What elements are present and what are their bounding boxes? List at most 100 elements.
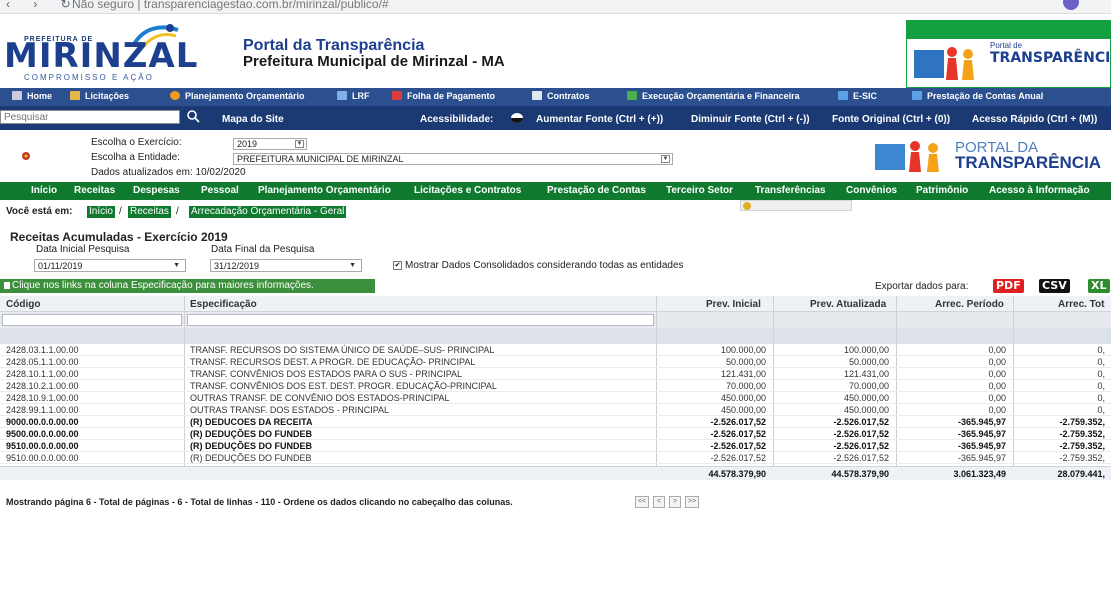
nav-patrimonio[interactable]: Patrimônio: [916, 185, 968, 196]
exercise-select[interactable]: 2019 ▼: [233, 138, 307, 150]
breadcrumb-receitas[interactable]: Receitas: [128, 206, 171, 218]
table-cell: -2.526.017,52: [710, 429, 766, 439]
table-row[interactable]: 2428.99.1.1.00.00 OUTRAS TRANSF. DOS ESTA…: [0, 404, 1111, 416]
breadcrumb-label: Você está em:: [6, 206, 73, 217]
chart-icon: [627, 91, 637, 100]
nav-receitas[interactable]: Receitas: [74, 185, 115, 196]
entity-select[interactable]: PREFEITURA MUNICIPAL DE MIRINZAL ▼: [233, 153, 673, 165]
logo-tagline: COMPROMISSO E AÇÃO: [24, 73, 154, 82]
table-cell: 450.000,00: [720, 393, 766, 403]
font-decrease-link[interactable]: Diminuir Fonte (Ctrl + (-)): [691, 114, 810, 125]
table-cell: 0,00: [988, 357, 1006, 367]
topnav-esic[interactable]: E-SIC: [838, 91, 877, 101]
topnav-lrf[interactable]: LRF: [337, 91, 370, 101]
table-row[interactable]: 2428.10.9.1.00.00 OUTRAS TRANSF. DE CONVÊ…: [0, 392, 1111, 404]
table-cell: -2.526.017,52: [710, 441, 766, 451]
table-cell: 450.000,00: [843, 393, 889, 403]
export-csv-button[interactable]: CSV: [1039, 279, 1070, 293]
consolidated-checkbox[interactable]: ✔: [393, 261, 402, 270]
table-cell[interactable]: TRANSF. CONVÊNIOS DOS ESTADOS PARA O SUS…: [190, 368, 462, 380]
table-row[interactable]: 9000.00.0.0.00.00 (R) DEDUCOES DA RECEITA…: [0, 416, 1111, 428]
table-cell[interactable]: (R) DEDUÇÕES DO FUNDEB: [190, 428, 312, 440]
table-cell: 70.000,00: [725, 381, 766, 391]
col-header-prev-atualizada[interactable]: Prev. Atualizada: [810, 299, 886, 310]
nav-acesso-informacao[interactable]: Acesso à Informação: [989, 185, 1090, 196]
nav-planejamento[interactable]: Planejamento Orçamentário: [258, 185, 391, 196]
col-header-prev-inicial[interactable]: Prev. Inicial: [706, 299, 761, 310]
browser-avatar[interactable]: [1063, 0, 1079, 10]
nav-prestacao-contas[interactable]: Prestação de Contas: [547, 185, 646, 196]
search-icon[interactable]: [186, 109, 200, 123]
browser-nav-icons[interactable]: ‹ › ↻: [6, 0, 81, 11]
export-xls-button[interactable]: XL: [1088, 279, 1110, 293]
table-cell[interactable]: OUTRAS TRANSF. DE CONVÊNIO DOS ESTADOS-P…: [190, 392, 450, 404]
table-cell[interactable]: (R) DEDUCOES DA RECEITA: [190, 416, 313, 428]
quick-access-link[interactable]: Acesso Rápido (Ctrl + (M)): [972, 114, 1097, 125]
people-icon: [337, 91, 347, 100]
col-header-codigo[interactable]: Código: [6, 299, 40, 310]
table-cell: 0,: [1097, 405, 1105, 415]
table-cell[interactable]: TRANSF. RECURSOS DEST. A PROGR. DE EDUCA…: [190, 356, 475, 368]
font-increase-link[interactable]: Aumentar Fonte (Ctrl + (+)): [536, 114, 663, 125]
nav-inicio[interactable]: Início: [31, 185, 57, 196]
person-icon: [170, 91, 180, 100]
topnav-contratos[interactable]: Contratos: [532, 91, 590, 101]
topnav-licitacoes[interactable]: Licitações: [70, 91, 129, 101]
table-cell[interactable]: (R) DEDUÇÕES DO FUNDEB: [190, 440, 312, 452]
logo-name: MIRINZAL: [4, 36, 199, 76]
start-date-select[interactable]: 01/11/2019 ▼: [34, 259, 186, 272]
table-cell: 450.000,00: [720, 405, 766, 415]
nav-licitacoes-contratos[interactable]: Licitações e Contratos: [414, 185, 521, 196]
nav-convenios[interactable]: Convênios: [846, 185, 897, 196]
table-cell[interactable]: TRANSF. CONVÊNIOS DOS EST. DEST. PROGR. …: [190, 380, 497, 392]
topnav-execucao[interactable]: Execução Orçamentária e Financeira: [627, 91, 800, 101]
font-reset-link[interactable]: Fonte Original (Ctrl + (0)): [832, 114, 950, 125]
table-cell[interactable]: OUTRAS TRANSF. DOS ESTADOS - PRINCIPAL: [190, 404, 389, 416]
topnav-folha[interactable]: Folha de Pagamento: [392, 91, 495, 101]
table-row[interactable]: 2428.03.1.1.00.00 TRANSF. RECURSOS DO SIS…: [0, 344, 1111, 356]
next-page-button[interactable]: >: [669, 496, 681, 508]
topnav-planejamento[interactable]: Planejamento Orçamentário: [170, 91, 305, 101]
nav-pessoal[interactable]: Pessoal: [201, 185, 239, 196]
table-header: Código Especificação Prev. Inicial Prev.…: [0, 296, 1111, 312]
last-page-button[interactable]: >>: [685, 496, 699, 508]
table-cell[interactable]: (R) DEDUÇÕES DO FUNDEB: [190, 452, 312, 464]
especificacao-filter-input[interactable]: [187, 314, 654, 326]
table-cell: -2.759.352,: [1059, 453, 1105, 463]
table-cell: 100.000,00: [720, 345, 766, 355]
table-row[interactable]: 2428.10.1.1.00.00 TRANSF. CONVÊNIOS DOS E…: [0, 368, 1111, 380]
codigo-filter-input[interactable]: [2, 314, 182, 326]
topnav-home[interactable]: Home: [12, 91, 52, 101]
end-date-select[interactable]: 31/12/2019 ▼: [210, 259, 362, 272]
total-cell: 28.079.441,: [1057, 469, 1105, 479]
nav-despesas[interactable]: Despesas: [133, 185, 180, 196]
table-row[interactable]: 9510.00.0.0.00.00 (R) DEDUÇÕES DO FUNDEB -…: [0, 452, 1111, 464]
first-page-button[interactable]: <<: [635, 496, 649, 508]
table-cell: -365.945,97: [957, 441, 1006, 451]
portal-logo-line2: TRANSPARÊNCIA: [955, 153, 1102, 172]
table-cell[interactable]: TRANSF. RECURSOS DO SISTEMA ÚNICO DE SAÚ…: [190, 344, 494, 356]
chevron-down-icon: ▼: [295, 140, 304, 148]
browser-url[interactable]: Não seguro | transparenciagestao.com.br/…: [72, 0, 389, 11]
contrast-icon[interactable]: [510, 112, 524, 124]
breadcrumb-inicio[interactable]: Início: [87, 206, 115, 218]
breadcrumb-separator: /: [119, 206, 122, 217]
table-row[interactable]: 2428.10.2.1.00.00 TRANSF. CONVÊNIOS DOS E…: [0, 380, 1111, 392]
table-row[interactable]: 2428.05.1.1.00.00 TRANSF. RECURSOS DEST. …: [0, 356, 1111, 368]
col-header-especificacao[interactable]: Especificação: [190, 299, 257, 310]
table-cell: 0,00: [988, 393, 1006, 403]
prev-page-button[interactable]: <: [653, 496, 665, 508]
sitemap-link[interactable]: Mapa do Site: [222, 114, 284, 125]
chevron-down-icon: ▼: [661, 155, 670, 163]
dropdown-arrow-icon: ▼: [349, 262, 356, 269]
col-header-arrec-total[interactable]: Arrec. Tot: [1058, 299, 1105, 310]
table-row[interactable]: 9500.00.0.0.00.00 (R) DEDUÇÕES DO FUNDEB -…: [0, 428, 1111, 440]
nav-terceiro-setor[interactable]: Terceiro Setor: [666, 185, 733, 196]
export-pdf-button[interactable]: PDF: [993, 279, 1024, 293]
search-input[interactable]: [0, 110, 180, 124]
nav-transferencias[interactable]: Transferências: [755, 185, 826, 196]
topnav-prestacao[interactable]: Prestação de Contas Anual: [912, 91, 1043, 101]
table-row[interactable]: 9510.00.0.0.00.00 (R) DEDUÇÕES DO FUNDEB -…: [0, 440, 1111, 452]
col-header-arrec-periodo[interactable]: Arrec. Período: [935, 299, 1004, 310]
breadcrumb-separator: /: [176, 206, 179, 217]
